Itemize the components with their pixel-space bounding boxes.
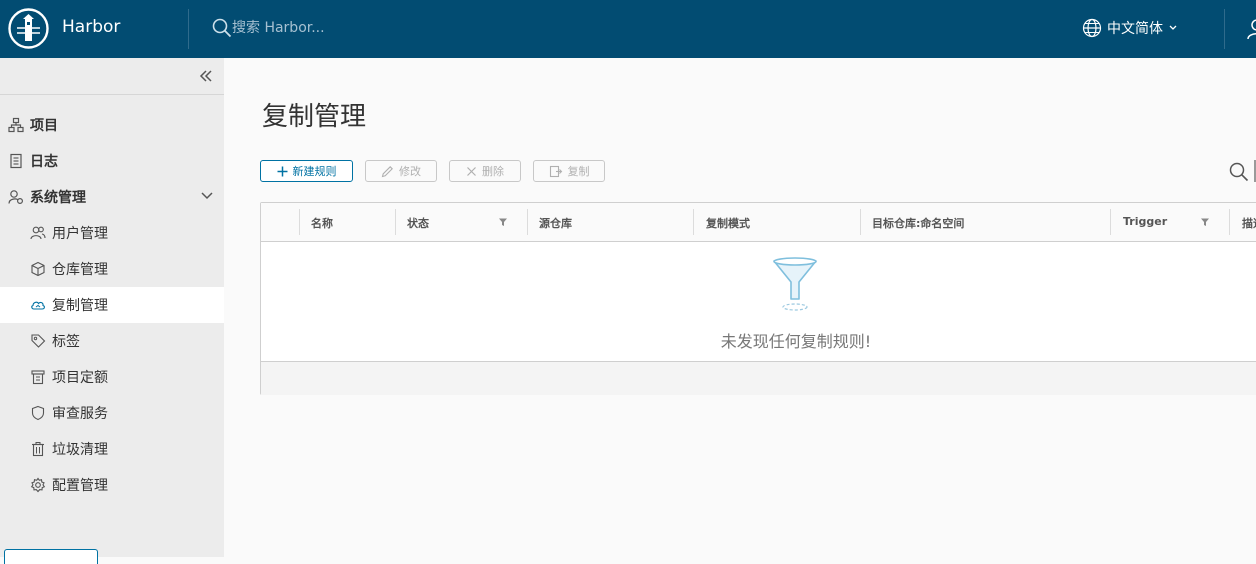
sidebar-item-label: 系统管理 [30,190,86,206]
sidebar-item-label: 垃圾清理 [52,442,108,458]
quota-icon [31,370,45,385]
sidebar-item-users[interactable]: 用户管理 [0,215,224,251]
sidebar-item-projects[interactable]: 项目 [0,107,224,143]
filter-icon[interactable] [1200,217,1210,227]
table-header: 名称 状态 源仓库 复制模式 目标仓库:命名空间 Trigger 描述 [261,203,1256,242]
replication-icon [31,301,45,310]
sidebar-item-label: 用户管理 [52,226,108,242]
search-icon [212,18,232,38]
sidebar-item-label: 审查服务 [52,406,108,422]
delete-label: 删除 [482,165,504,178]
administration-icon [8,190,24,205]
header-divider [188,9,189,49]
column-separator [527,209,528,235]
harbor-logo-icon[interactable] [8,8,49,49]
header-divider-right [1224,9,1225,49]
copy-label: 复制 [567,165,590,178]
sidebar-item-configuration[interactable]: 配置管理 [0,467,224,503]
column-header-replication-mode[interactable]: 复制模式 [706,215,750,231]
filter-icon[interactable] [498,217,508,227]
sidebar-item-replication[interactable]: 复制管理 [0,287,224,323]
copy-icon [549,165,562,177]
sidebar-divider [0,94,224,95]
user-menu[interactable] [1247,18,1256,40]
column-separator [299,209,300,235]
column-header-status[interactable]: 状态 [407,215,429,231]
user-icon [1247,19,1256,40]
collapse-sidebar-icon[interactable] [196,68,216,84]
language-label: 中文简体 [1107,21,1163,37]
column-header-description[interactable]: 描述 [1242,215,1256,231]
registries-icon [31,261,45,277]
chevron-down-icon[interactable] [201,191,213,201]
empty-filter-icon [773,257,817,311]
sidebar-item-label: 仓库管理 [52,262,108,278]
column-header-trigger[interactable]: Trigger [1123,215,1167,228]
shield-icon [31,405,45,421]
delete-button[interactable]: 删除 [449,160,521,182]
edit-label: 修改 [399,165,421,178]
new-rule-label: 新建规则 [292,165,337,178]
sidebar-item-label: 配置管理 [52,478,108,494]
copy-button[interactable]: 复制 [533,160,605,182]
sidebar-item-logs[interactable]: 日志 [0,143,224,179]
page-title: 复制管理 [262,102,367,132]
column-header-source-registry[interactable]: 源仓库 [539,215,572,231]
sidebar-item-label: 复制管理 [52,298,108,314]
column-separator [395,209,396,235]
sidebar-item-project-quotas[interactable]: 项目定额 [0,359,224,395]
column-separator [860,209,861,235]
sidebar: 项目 日志 系统管理 用户管理 仓库管理 复制管理 标签 项目定额 审查服务 垃… [0,58,224,564]
tag-icon [31,334,46,348]
sidebar-item-garbage-collection[interactable]: 垃圾清理 [0,431,224,467]
trash-icon [32,442,44,457]
column-header-name[interactable]: 名称 [311,215,333,231]
column-separator [1110,209,1111,235]
edit-button[interactable]: 修改 [365,160,437,182]
sidebar-item-label: 项目 [30,118,58,134]
globe-icon [1082,18,1102,38]
sidebar-item-labels[interactable]: 标签 [0,323,224,359]
replication-rules-table: 名称 状态 源仓库 复制模式 目标仓库:命名空间 Trigger 描述 未发现任… [260,202,1256,395]
sidebar-item-administration[interactable]: 系统管理 [0,179,224,215]
new-rule-button[interactable]: 新建规则 [260,160,353,182]
column-separator [1229,209,1230,235]
empty-state-message: 未发现任何复制规则! [720,332,872,351]
global-search-input[interactable] [232,15,532,41]
gear-icon [30,477,46,493]
table-footer [261,361,1256,395]
sidebar-item-label: 标签 [52,334,80,350]
logs-icon [10,153,22,169]
app-title[interactable]: Harbor [62,17,120,37]
language-selector[interactable]: 中文简体 [1082,17,1178,39]
chevron-down-icon [1169,25,1177,30]
sidebar-item-registries[interactable]: 仓库管理 [0,251,224,287]
sidebar-item-label: 日志 [30,154,58,170]
pencil-icon [381,165,393,177]
plus-icon [277,166,287,176]
users-icon [30,226,46,240]
sidebar-item-interrogation-services[interactable]: 审查服务 [0,395,224,431]
table-search-icon[interactable] [1229,162,1249,182]
top-header: Harbor 中文简体 [0,0,1256,58]
sidebar-item-label: 项目定额 [52,370,108,386]
close-icon [467,166,476,176]
column-header-destination-namespace[interactable]: 目标仓库:命名空间 [872,215,964,231]
column-separator [693,209,694,235]
projects-icon [8,117,24,133]
